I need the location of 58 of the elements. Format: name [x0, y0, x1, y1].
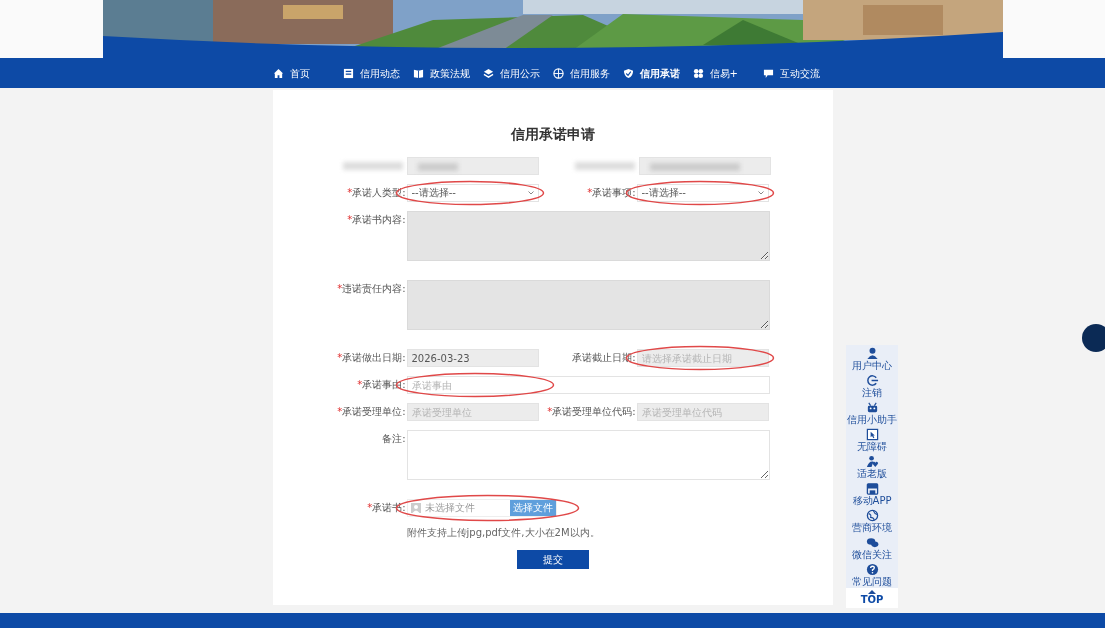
field-label: *承诺受理单位:: [336, 405, 407, 419]
caret-up-icon: [868, 590, 876, 594]
nav-tab[interactable]: 信用公示: [482, 63, 553, 83]
field-label: *承诺受理单位代码:: [546, 405, 637, 419]
help-icon: [865, 563, 879, 576]
caret-icon: [527, 191, 534, 195]
input-field[interactable]: [638, 157, 771, 175]
floating-button[interactable]: [1082, 324, 1105, 352]
nav-tab[interactable]: 信用服务: [552, 63, 623, 83]
nav-tab[interactable]: 首页: [272, 63, 343, 83]
cursor-icon: [865, 428, 879, 441]
nav-tab[interactable]: 信用动态: [342, 63, 413, 83]
side-tool[interactable]: 移动APP: [846, 480, 898, 507]
input-field[interactable]: [406, 157, 539, 175]
chat-icon: [762, 67, 774, 79]
store-icon: [865, 482, 879, 495]
text-area[interactable]: [406, 430, 770, 480]
globe-icon: [552, 67, 564, 79]
field-label: 备注:: [381, 432, 407, 446]
side-tool[interactable]: 微信关注: [846, 534, 898, 561]
side-tool[interactable]: 常见问题: [846, 561, 898, 588]
field-label: *违诺责任内容:: [336, 282, 407, 296]
side-tool[interactable]: 适老版: [846, 453, 898, 480]
robot-icon: [865, 401, 879, 414]
caret-icon: [757, 191, 764, 195]
top-button[interactable]: TOP: [846, 588, 898, 608]
side-tool[interactable]: 无障碍: [846, 426, 898, 453]
redacted-label: [574, 162, 635, 170]
side-tool[interactable]: 信用小助手: [846, 399, 898, 426]
user-icon: [865, 347, 879, 360]
user-icon: [410, 503, 421, 513]
nav-tab[interactable]: 互动交流: [762, 63, 833, 83]
side-tool[interactable]: 用户中心: [846, 345, 898, 372]
form-title: 信用承诺申请: [509, 125, 596, 144]
field-label: *承诺做出日期:: [336, 351, 407, 365]
nav-tab[interactable]: 信易+: [692, 63, 763, 83]
nav-tab[interactable]: 信用承诺: [622, 63, 693, 83]
logout-icon: [865, 374, 879, 387]
globe-icon: [865, 509, 879, 522]
input-field[interactable]: 承诺事由: [406, 376, 770, 394]
hint-text: 附件支持上传jpg,pdf文件,大小在2M以内。: [406, 526, 600, 540]
side-tool[interactable]: 注销: [846, 372, 898, 399]
layers-icon: [482, 67, 494, 79]
newspaper-icon: [342, 67, 354, 79]
submit-button[interactable]: 提交: [516, 550, 589, 569]
redacted-value: [417, 163, 458, 171]
nav-tab[interactable]: 政策法规: [412, 63, 483, 83]
person-heart-icon: [865, 455, 879, 468]
select-field[interactable]: --请选择--: [406, 184, 539, 202]
chat-bubbles-icon: [865, 536, 879, 549]
side-tool[interactable]: 营商环境: [846, 507, 898, 534]
grid-icon: [692, 67, 704, 79]
book-icon: [412, 67, 424, 79]
field-label: *承诺书内容:: [346, 213, 407, 227]
home-icon: [272, 67, 284, 79]
select-field[interactable]: --请选择--: [636, 184, 769, 202]
shield-icon: [622, 67, 634, 79]
redacted-label: [342, 162, 403, 170]
